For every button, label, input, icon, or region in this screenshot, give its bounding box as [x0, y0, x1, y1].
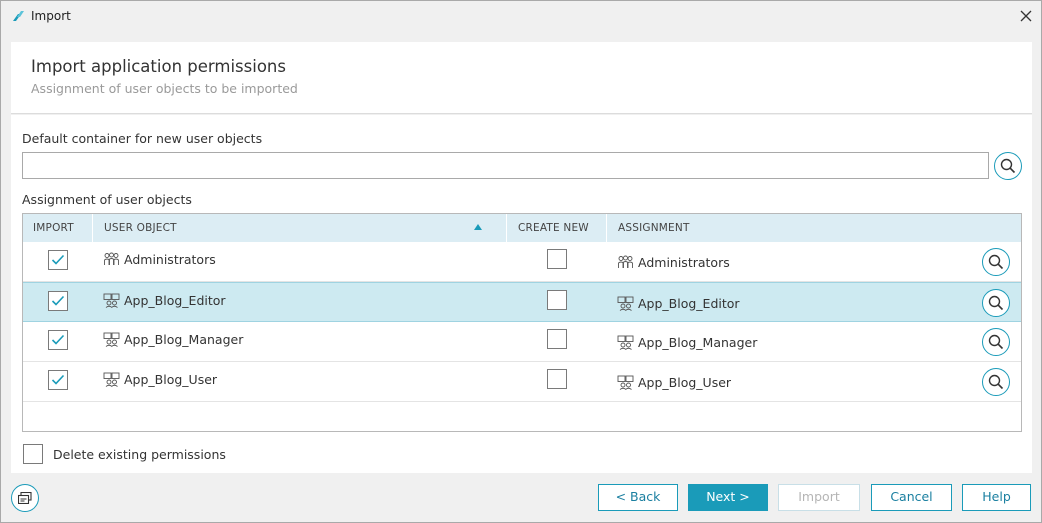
help-button[interactable]: Help	[962, 484, 1031, 511]
column-header-import[interactable]: IMPORT	[33, 214, 74, 242]
import-dialog: Import Import application permissions As…	[0, 0, 1042, 523]
column-divider[interactable]	[606, 214, 607, 242]
search-icon	[988, 374, 1004, 390]
column-header-assignment[interactable]: ASSIGNMENT	[618, 214, 690, 242]
create-new-checkbox[interactable]	[547, 329, 567, 349]
search-icon	[1000, 158, 1016, 174]
table-row[interactable]: Administrators Administrators	[23, 242, 1021, 282]
app-group-icon	[103, 293, 120, 308]
next-button[interactable]: Next >	[688, 484, 768, 511]
assignment-search-button[interactable]	[982, 289, 1010, 317]
title-bar: Import	[1, 1, 1041, 32]
assignment-name: App_Blog_User	[638, 375, 732, 390]
checkmark-icon	[51, 374, 65, 385]
app-group-icon	[103, 332, 120, 347]
sort-ascending-icon	[474, 224, 482, 230]
column-header-create-new[interactable]: CREATE NEW	[518, 214, 589, 242]
close-button[interactable]	[1015, 5, 1037, 27]
import-checkbox[interactable]	[48, 291, 68, 311]
table-row[interactable]: App_Blog_Editor App_Blog_Editor	[23, 282, 1021, 322]
cancel-button[interactable]: Cancel	[871, 484, 952, 511]
user-object-name: App_Blog_Editor	[124, 293, 226, 308]
app-group-icon	[617, 296, 634, 311]
administrators-group-icon	[104, 252, 119, 265]
column-divider[interactable]	[92, 214, 93, 242]
dialog-footer: < Back Next > Import Cancel Help	[1, 474, 1041, 522]
create-new-checkbox[interactable]	[547, 249, 567, 269]
checkmark-icon	[51, 254, 65, 265]
window-title: Import	[31, 9, 71, 23]
page-title: Import application permissions	[31, 57, 286, 76]
search-icon	[988, 295, 1004, 311]
assignment-name: App_Blog_Editor	[638, 296, 740, 311]
import-button[interactable]: Import	[778, 484, 860, 511]
table-row[interactable]: App_Blog_User App_Blog_User	[23, 362, 1021, 402]
search-icon	[988, 254, 1004, 270]
search-icon	[988, 334, 1004, 350]
assignment-search-button[interactable]	[982, 248, 1010, 276]
import-checkbox[interactable]	[48, 250, 68, 270]
create-new-checkbox[interactable]	[547, 369, 567, 389]
user-object-name: Administrators	[124, 252, 216, 267]
assignment-search-button[interactable]	[982, 328, 1010, 356]
assignment-name: App_Blog_Manager	[638, 335, 758, 350]
import-checkbox[interactable]	[48, 330, 68, 350]
app-group-icon	[617, 335, 634, 350]
table-row[interactable]: App_Blog_Manager App_Blog_Manager	[23, 322, 1021, 362]
app-logo-icon	[13, 11, 24, 21]
window-options-icon	[18, 492, 32, 504]
container-label: Default container for new user objects	[22, 131, 263, 146]
options-button[interactable]	[11, 484, 39, 512]
container-search-button[interactable]	[994, 152, 1022, 180]
dialog-header: Import application permissions Assignmen…	[11, 42, 1032, 114]
page-subtitle: Assignment of user objects to be importe…	[31, 81, 298, 96]
create-new-checkbox[interactable]	[547, 290, 567, 310]
import-checkbox[interactable]	[48, 370, 68, 390]
grid-header: IMPORT USER OBJECT CREATE NEW ASSIGNMENT	[23, 214, 1021, 242]
assignment-search-button[interactable]	[982, 368, 1010, 396]
close-icon	[1020, 10, 1032, 22]
app-group-icon	[103, 372, 120, 387]
assignment-name: Administrators	[638, 255, 730, 270]
back-button[interactable]: < Back	[598, 484, 678, 511]
dialog-content: Default container for new user objects A…	[11, 115, 1032, 473]
checkmark-icon	[51, 334, 65, 345]
user-object-grid: IMPORT USER OBJECT CREATE NEW ASSIGNMENT	[22, 213, 1022, 432]
column-divider[interactable]	[506, 214, 507, 242]
administrators-group-icon	[618, 255, 633, 268]
container-input[interactable]	[22, 152, 989, 179]
delete-permissions-checkbox[interactable]	[23, 444, 43, 464]
app-group-icon	[617, 375, 634, 390]
column-header-user-object[interactable]: USER OBJECT	[104, 214, 177, 242]
checkmark-icon	[51, 295, 65, 306]
delete-permissions-label: Delete existing permissions	[53, 447, 226, 462]
assignment-label: Assignment of user objects	[22, 192, 192, 207]
user-object-name: App_Blog_Manager	[124, 332, 244, 347]
user-object-name: App_Blog_User	[124, 372, 218, 387]
